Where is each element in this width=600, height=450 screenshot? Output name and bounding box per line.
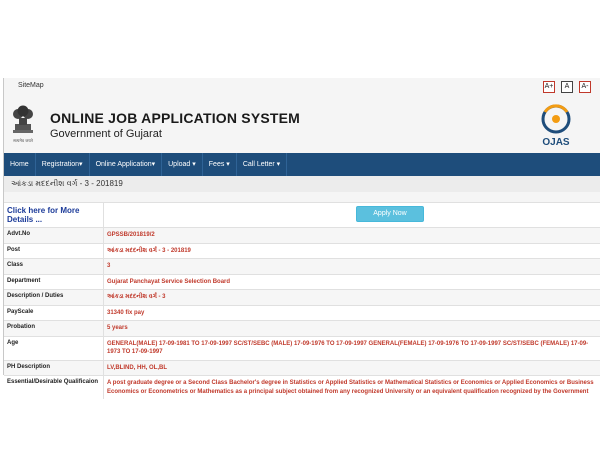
- site-title: ONLINE JOB APPLICATION SYSTEM: [50, 110, 301, 126]
- row-label: Essential/Desirable Qualificaion: [4, 376, 104, 399]
- site-header: सत्यमेव जयते ONLINE JOB APPLICATION SYST…: [4, 98, 600, 153]
- row-label: Description / Duties: [4, 290, 104, 305]
- more-details-link[interactable]: Click here for More Details ...: [4, 203, 104, 227]
- nav-call-letter[interactable]: Call Letter ▾: [237, 153, 288, 176]
- row-value: A post graduate degree or a Second Class…: [107, 380, 594, 395]
- row-label: Advt.No: [4, 228, 104, 243]
- main-nav: Home Registration▾ Online Application▾ U…: [4, 153, 600, 176]
- table-row: Click here for More Details ... Apply No…: [4, 202, 600, 227]
- nav-upload[interactable]: Upload ▾: [162, 153, 203, 176]
- nav-home[interactable]: Home: [4, 153, 36, 176]
- sitemap-link[interactable]: SiteMap: [18, 82, 44, 89]
- page-container: SiteMap A+ A A- सत्यमेव जयते ONLINE JOB …: [3, 78, 600, 399]
- row-label: Department: [4, 274, 104, 289]
- table-row: Department Gujarat Panchayat Service Sel…: [4, 273, 600, 289]
- ojas-logo-text: OJAS: [542, 137, 570, 148]
- nav-registration[interactable]: Registration▾: [36, 153, 90, 176]
- table-row: Class 3: [4, 258, 600, 274]
- row-label: Probation: [4, 321, 104, 336]
- row-value: 5 years: [107, 325, 128, 331]
- top-bar: SiteMap A+ A A-: [4, 78, 600, 98]
- row-value: Gujarat Panchayat Service Selection Boar…: [107, 278, 231, 285]
- row-value: LV,BLIND, HH, OL,BL: [107, 364, 167, 371]
- table-row: Description / Duties આંકડા મદદનીશ વર્ગ -…: [4, 289, 600, 305]
- row-label: PH Description: [4, 360, 104, 375]
- row-label: Age: [4, 336, 104, 360]
- table-row: Advt.No GPSSB/201819/2: [4, 227, 600, 243]
- row-label: Class: [4, 259, 104, 274]
- font-decrease-button[interactable]: A-: [579, 81, 591, 93]
- table-row: PH Description LV,BLIND, HH, OL,BL: [4, 359, 600, 375]
- national-emblem-icon: सत्यमेव जयते: [13, 105, 34, 143]
- ojas-logo-icon: OJAS: [541, 104, 571, 148]
- row-value: 31340 fix pay: [107, 309, 145, 316]
- row-value: 3: [107, 263, 111, 269]
- font-reset-button[interactable]: A: [561, 81, 573, 93]
- nav-online-application[interactable]: Online Application▾: [90, 153, 163, 176]
- table-row: Probation 5 years: [4, 320, 600, 336]
- row-value: GPSSB/201819/2: [107, 232, 155, 238]
- row-label: Post: [4, 243, 104, 258]
- site-subtitle: Government of Gujarat: [50, 128, 162, 140]
- row-value: GENERAL(MALE) 17-09-1981 TO 17-09-1997 S…: [107, 340, 589, 356]
- apply-cell: [104, 203, 600, 227]
- row-label: PayScale: [4, 305, 104, 320]
- emblem-caption: सत्यमेव जयते: [13, 138, 33, 143]
- post-heading: આંકડા મદદનીશ વર્ગ - 3 - 201819: [4, 176, 600, 192]
- font-size-controls: A+ A A-: [543, 81, 591, 93]
- table-row: Age GENERAL(MALE) 17-09-1981 TO 17-09-19…: [4, 335, 600, 360]
- row-value: આંકડા મદદનીશ વર્ગ - 3 - 201819: [107, 247, 191, 254]
- job-details-table: Click here for More Details ... Apply No…: [4, 202, 600, 399]
- nav-fees[interactable]: Fees ▾: [203, 153, 237, 176]
- table-row: PayScale 31340 fix pay: [4, 304, 600, 320]
- table-row: Essential/Desirable Qualificaion A post …: [4, 375, 600, 399]
- apply-now-button[interactable]: Apply Now: [356, 206, 424, 222]
- row-value: આંકડા મદદનીશ વર્ગ - 3: [107, 294, 166, 300]
- font-increase-button[interactable]: A+: [543, 81, 555, 93]
- table-row: Post આંકડા મદદનીશ વર્ગ - 3 - 201819: [4, 242, 600, 258]
